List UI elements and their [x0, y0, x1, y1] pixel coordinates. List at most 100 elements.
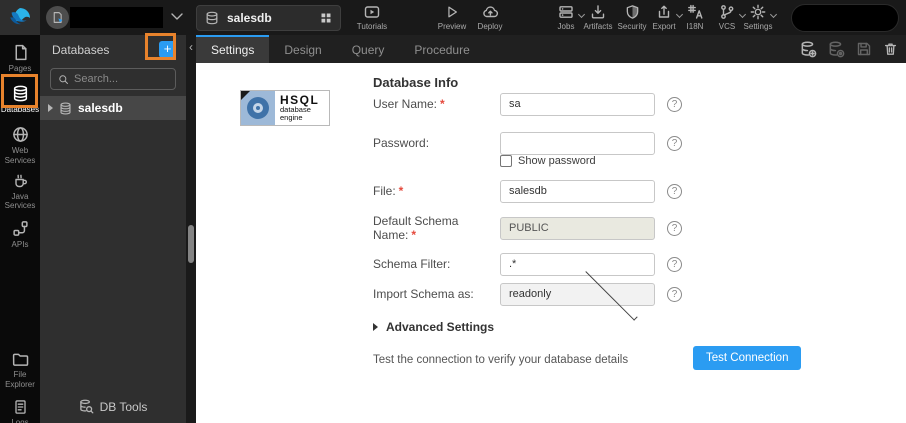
db-tab-bar: Settings Design Query Procedure [196, 35, 906, 63]
file-explorer-folder-icon [12, 352, 29, 367]
security-shield-icon [625, 4, 640, 20]
test-connection-button[interactable]: Test Connection [693, 346, 801, 370]
rail-label: Pages [9, 64, 32, 73]
scrollbar-thumb[interactable] [188, 225, 194, 263]
field-row-default-schema: Default Schema Name:* ? [373, 216, 893, 240]
deploy-cloud-icon [482, 4, 499, 20]
app-switcher-name: salesdb [227, 11, 312, 25]
tree-item-salesdb[interactable]: salesdb [40, 96, 186, 120]
wavemaker-logo[interactable] [0, 0, 40, 35]
tutorials-icon [364, 4, 380, 20]
collapse-panel-chevron-icon[interactable]: ‹ [186, 40, 196, 56]
tab-query[interactable]: Query [337, 35, 400, 63]
sidebar-item-pages[interactable]: Pages [0, 35, 40, 73]
expand-caret-icon[interactable] [48, 104, 53, 112]
advanced-settings-toggle[interactable]: Advanced Settings [373, 320, 494, 334]
sidebar-item-apis[interactable]: APIs [0, 210, 40, 249]
field-label: File: [373, 184, 396, 198]
tab-design[interactable]: Design [269, 35, 336, 63]
project-chevron-down-icon[interactable] [170, 12, 184, 21]
sidebar-item-web-services[interactable]: Web Services [0, 114, 40, 164]
top-bar: salesdb Tutorials Preview Deploy Jobs [0, 0, 906, 35]
file-input[interactable] [500, 180, 655, 203]
help-icon[interactable]: ? [667, 287, 682, 302]
db-push-icon[interactable] [828, 41, 845, 58]
selected-option: readonly [509, 288, 577, 300]
vcs-branch-icon [719, 4, 735, 20]
help-icon[interactable]: ? [667, 184, 682, 199]
hsql-logo: HSQL database engine [240, 90, 330, 126]
export-icon [656, 4, 672, 20]
field-label: Password: [373, 136, 429, 150]
pages-icon [12, 44, 29, 61]
delete-icon[interactable] [883, 41, 898, 57]
topbar-action-tutorials[interactable]: Tutorials [350, 4, 394, 33]
redacted-user-area [791, 4, 899, 32]
test-connection-hint: Test the connection to verify your datab… [373, 354, 628, 366]
field-label: User Name: [373, 97, 437, 111]
project-avatar[interactable] [46, 6, 69, 29]
i18n-translate-icon [687, 4, 704, 20]
required-marker: * [411, 228, 416, 242]
sidebar-item-databases[interactable]: Databases [0, 73, 40, 114]
app-switcher[interactable]: salesdb [196, 5, 341, 31]
db-tools-button[interactable]: DB Tools [40, 399, 186, 414]
field-row-schema-filter: Schema Filter: ? [373, 252, 893, 276]
db-pull-icon[interactable] [800, 41, 817, 58]
panel-title: Databases [52, 43, 159, 57]
import-schema-select[interactable]: readonly [500, 283, 655, 306]
panel-edge-strip: ‹ [186, 35, 196, 423]
sidebar-item-logs[interactable]: Logs [0, 389, 40, 423]
database-icon [205, 11, 219, 25]
logs-icon [13, 399, 28, 415]
settings-gear-icon [750, 4, 766, 20]
hsql-logo-mark-icon [241, 91, 275, 125]
db-tools-label: DB Tools [100, 400, 148, 414]
help-icon[interactable]: ? [667, 257, 682, 272]
rail-label: Databases [1, 105, 39, 114]
field-row-password: Password: ? [373, 131, 893, 155]
rail-spacer [0, 249, 40, 345]
help-icon[interactable]: ? [667, 97, 682, 112]
required-marker: * [440, 97, 445, 111]
topbar-action-settings[interactable]: Settings [736, 4, 780, 33]
show-password-checkbox[interactable] [500, 155, 512, 167]
help-icon[interactable]: ? [667, 136, 682, 151]
action-label: Preview [438, 22, 466, 31]
tab-procedure[interactable]: Procedure [399, 35, 484, 63]
topbar-action-deploy[interactable]: Deploy [468, 4, 512, 33]
schema-filter-input[interactable] [500, 253, 655, 276]
sidebar-item-java-services[interactable]: Java Services [0, 165, 40, 210]
action-label: Settings [744, 22, 773, 31]
action-label: VCS [719, 22, 735, 31]
password-input[interactable] [500, 132, 655, 155]
default-schema-input [500, 217, 655, 240]
action-label: Jobs [558, 22, 575, 31]
settings-menu-chevron-icon[interactable] [770, 11, 777, 18]
java-services-coffee-icon [12, 173, 29, 189]
settings-content: HSQL database engine Database Info User … [196, 63, 906, 423]
search-icon [58, 74, 69, 85]
field-row-file: File:* ? [373, 179, 893, 203]
username-input[interactable] [500, 93, 655, 116]
jobs-icon [558, 4, 574, 20]
grid-apps-icon[interactable] [320, 12, 332, 24]
save-icon[interactable] [856, 41, 872, 57]
left-rail: Pages Databases Web Services Java Servic… [0, 35, 40, 423]
show-password-label: Show password [518, 155, 596, 167]
action-label: I18N [687, 22, 704, 31]
add-database-button[interactable]: + [159, 41, 176, 58]
sidebar-item-file-explorer[interactable]: File Explorer [0, 345, 40, 388]
tab-settings[interactable]: Settings [196, 35, 269, 63]
field-label: Import Schema as: [373, 287, 474, 301]
redacted-project-name [70, 7, 163, 28]
search-input[interactable] [74, 73, 168, 85]
artifacts-download-icon [590, 4, 606, 20]
database-search[interactable] [50, 68, 176, 90]
web-services-globe-icon [12, 126, 29, 143]
action-label: Deploy [478, 22, 503, 31]
required-marker: * [399, 184, 404, 198]
rail-label: APIs [12, 240, 29, 249]
help-icon[interactable]: ? [667, 221, 682, 236]
databases-icon [12, 85, 29, 102]
